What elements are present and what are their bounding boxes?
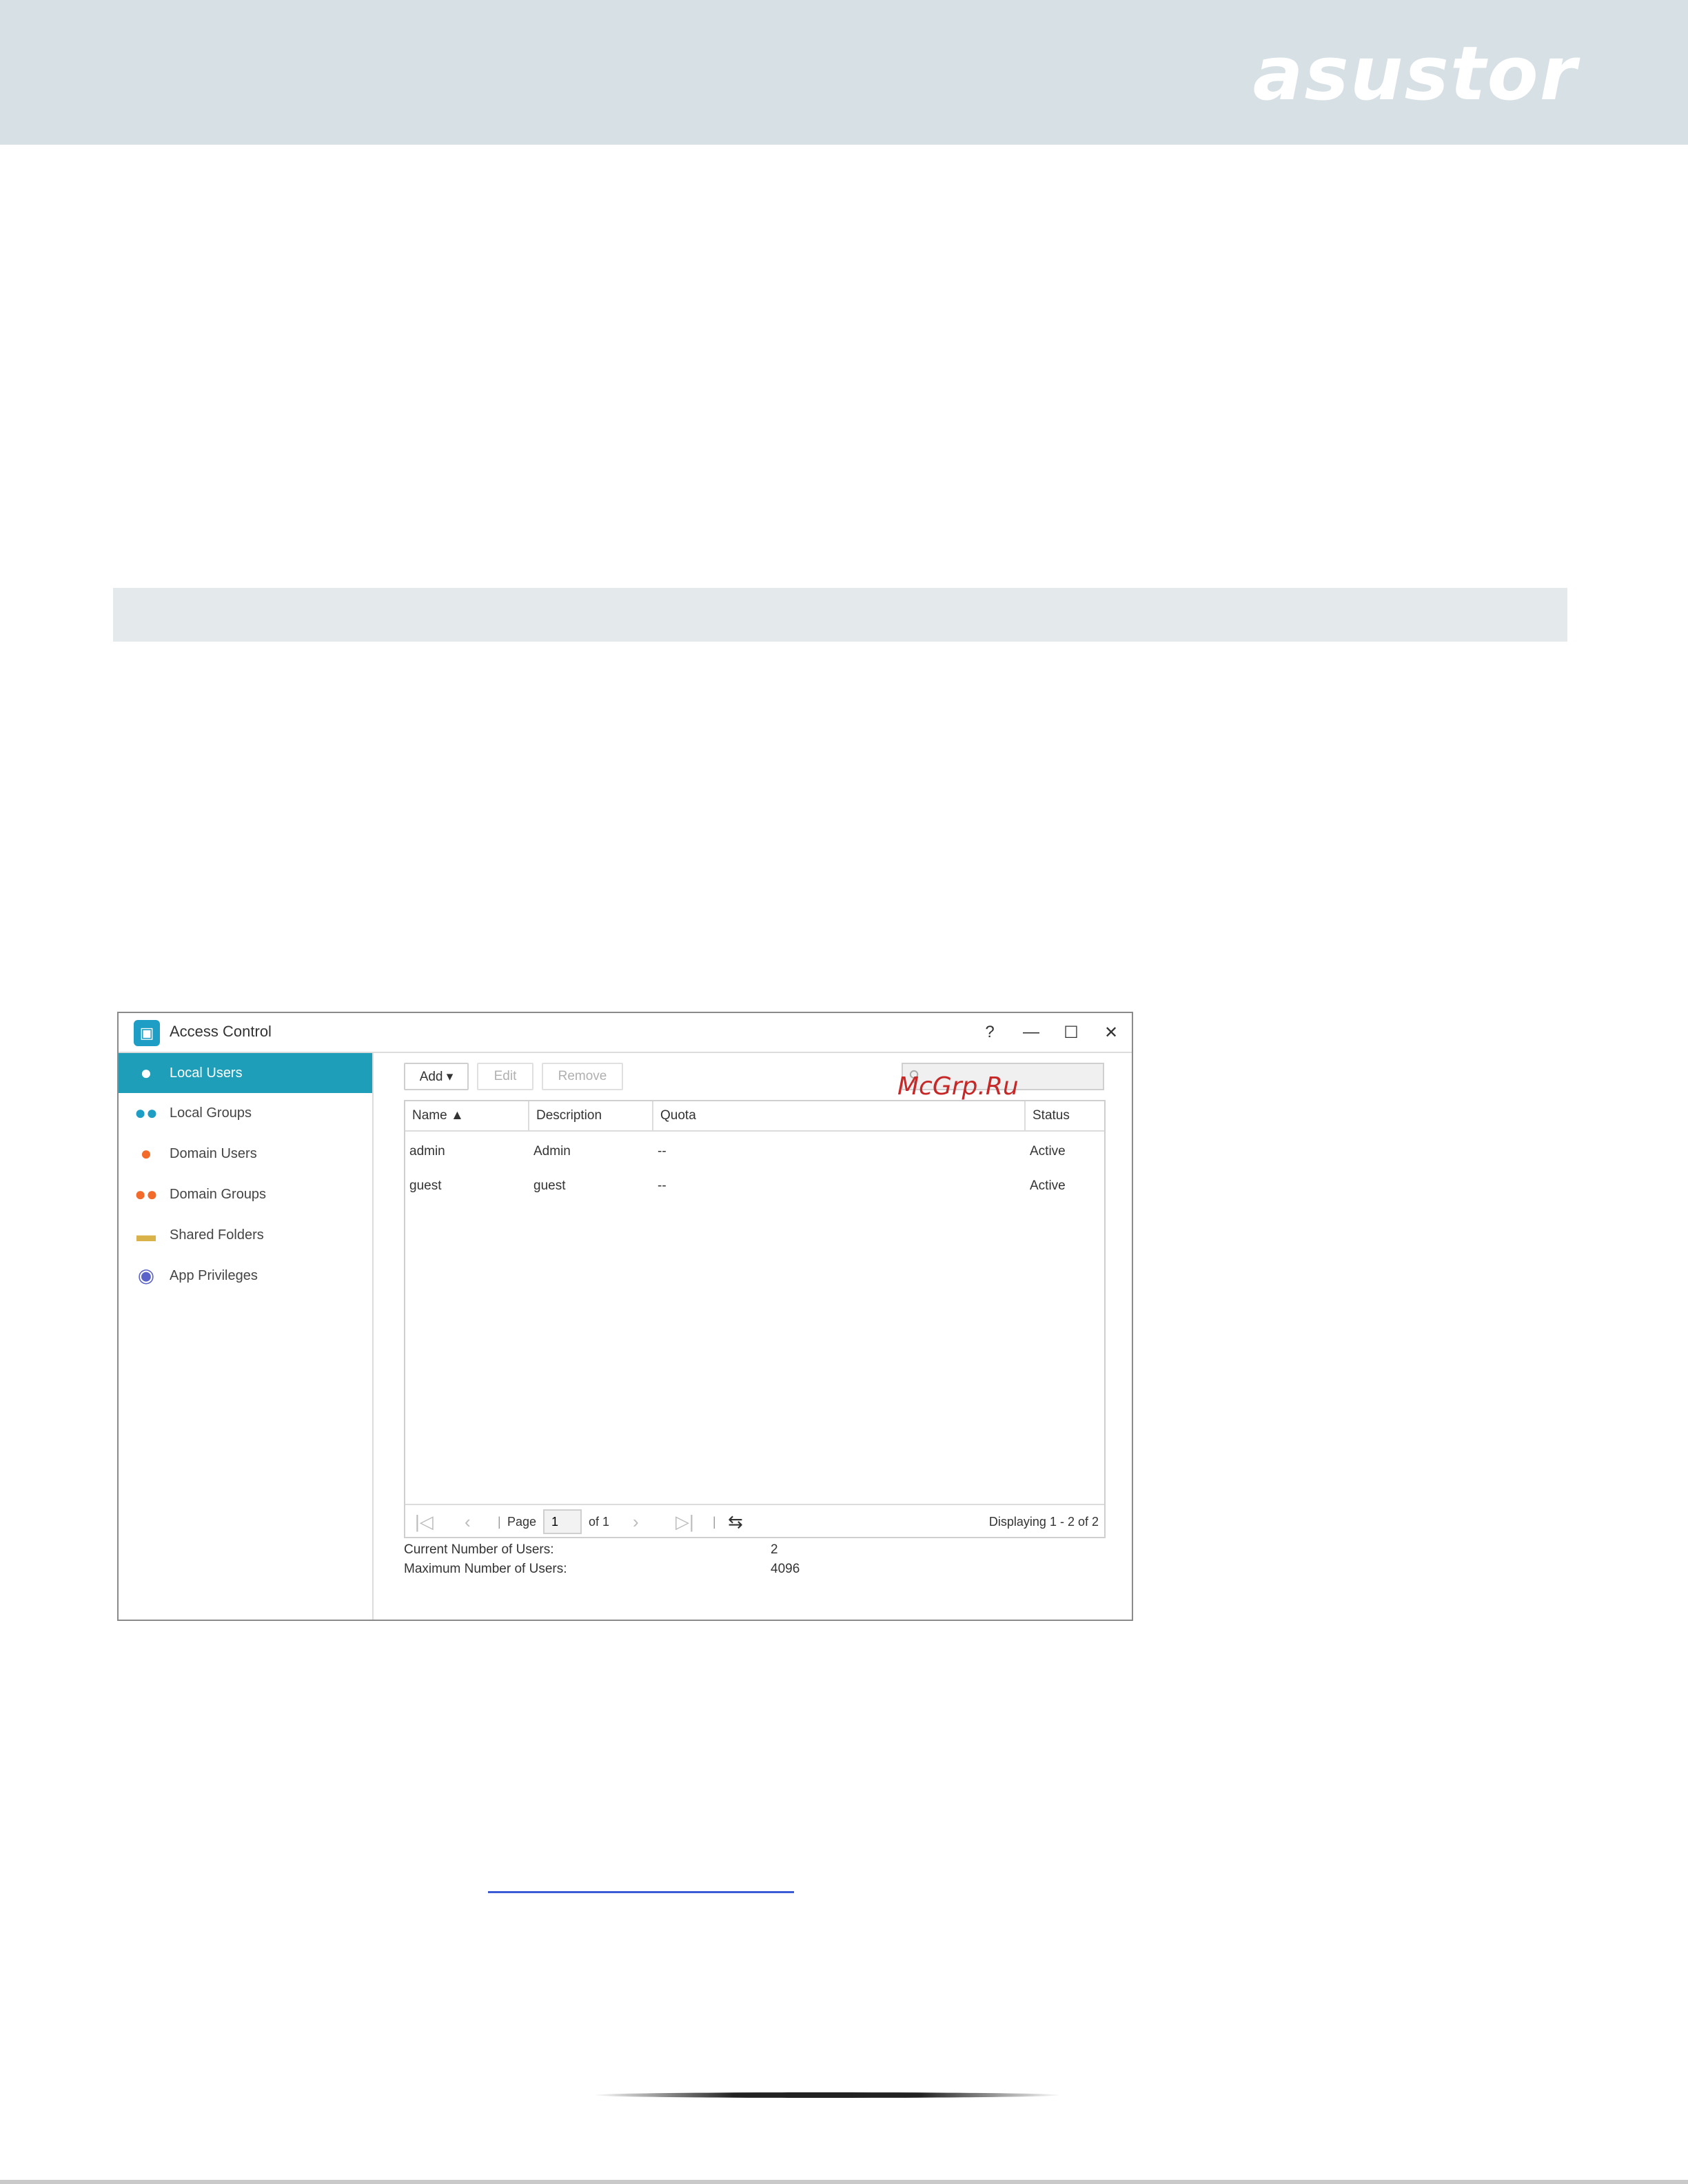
remove-button[interactable]: Remove [542, 1063, 623, 1090]
cell-name: guest [409, 1178, 442, 1193]
add-button[interactable]: Add ▾ [404, 1063, 469, 1090]
displaying-count: Displaying 1 - 2 of 2 [988, 1515, 1099, 1529]
folder-icon: ▬ [136, 1224, 156, 1245]
max-users-label: Maximum Number of Users: [404, 1562, 567, 1576]
column-description[interactable]: Description [529, 1101, 653, 1130]
window-titlebar[interactable]: ▣ Access Control ? — ☐ ✕ [119, 1013, 1132, 1053]
sidebar-item-label: Local Groups [170, 1105, 252, 1121]
sidebar-item-label: Domain Groups [170, 1186, 267, 1202]
header-banner: asustor [0, 0, 1688, 145]
sidebar-item-label: Domain Users [170, 1145, 257, 1161]
pagination-bar: |◁ ‹ | Page of 1 › ▷| | ⇆ Displaying 1 -… [405, 1504, 1104, 1537]
cell-status: Active [1030, 1144, 1066, 1159]
asustor-logo: asustor [1252, 31, 1578, 117]
sidebar-item-domain-groups[interactable]: ●● Domain Groups [119, 1174, 372, 1214]
page-total: of 1 [589, 1515, 610, 1529]
current-users-value: 2 [771, 1542, 778, 1557]
next-page-icon[interactable]: › [633, 1505, 639, 1538]
column-status[interactable]: Status [1026, 1101, 1104, 1130]
minimize-button[interactable]: — [1015, 1017, 1048, 1048]
cell-description: Admin [533, 1144, 571, 1159]
refresh-icon[interactable]: ⇆ [728, 1505, 743, 1538]
link-underline[interactable] [488, 1891, 794, 1893]
help-button[interactable]: ? [973, 1017, 1006, 1048]
close-button[interactable]: ✕ [1095, 1017, 1128, 1048]
maximize-button[interactable]: ☐ [1055, 1017, 1088, 1048]
cell-status: Active [1030, 1178, 1066, 1193]
sidebar: ● Local Users ●● Local Groups ● Domain U… [119, 1053, 374, 1620]
window-title: Access Control [170, 1023, 272, 1040]
cell-quota: -- [658, 1144, 667, 1159]
group-icon: ●● [134, 1183, 158, 1205]
first-page-icon[interactable]: |◁ [415, 1505, 434, 1538]
cell-quota: -- [658, 1178, 667, 1193]
cell-name: admin [409, 1144, 445, 1159]
max-users-value: 4096 [771, 1562, 800, 1576]
group-icon: ●● [134, 1102, 158, 1123]
access-control-window: ▣ Access Control ? — ☐ ✕ ● Local Users ●… [117, 1012, 1133, 1621]
pager-divider: | [498, 1515, 501, 1529]
sidebar-item-local-users[interactable]: ● Local Users [119, 1053, 372, 1093]
last-page-icon[interactable]: ▷| [675, 1505, 694, 1538]
sidebar-item-app-privileges[interactable]: ◉ App Privileges [119, 1256, 372, 1296]
footer-divider [593, 2092, 1061, 2098]
edit-button[interactable]: Edit [477, 1063, 533, 1090]
watermark: McGrp.Ru [897, 1072, 1019, 1101]
page-label: Page [507, 1515, 537, 1529]
cell-description: guest [533, 1178, 566, 1193]
main-panel: Add ▾ Edit Remove ⚲ McGrp.Ru Name ▲ Desc… [374, 1053, 1132, 1620]
sidebar-item-label: App Privileges [170, 1267, 258, 1283]
sidebar-item-label: Shared Folders [170, 1227, 264, 1243]
table-row[interactable]: admin Admin -- Active [405, 1134, 1104, 1169]
sidebar-item-local-groups[interactable]: ●● Local Groups [119, 1093, 372, 1133]
user-icon: ● [140, 1143, 152, 1164]
table-header: Name ▲ Description Quota Status [405, 1101, 1104, 1132]
app-icon: ◉ [137, 1265, 155, 1286]
pager-divider: | [713, 1515, 716, 1529]
column-name[interactable]: Name ▲ [405, 1101, 529, 1130]
section-heading-bar [113, 588, 1567, 642]
prev-page-icon[interactable]: ‹ [465, 1505, 471, 1538]
sidebar-item-label: Local Users [170, 1065, 243, 1081]
table-row[interactable]: guest guest -- Active [405, 1169, 1104, 1203]
current-users-label: Current Number of Users: [404, 1542, 554, 1557]
sidebar-item-shared-folders[interactable]: ▬ Shared Folders [119, 1215, 372, 1255]
page-bottom-border [0, 2180, 1688, 2184]
user-icon: ● [140, 1062, 152, 1083]
sidebar-item-domain-users[interactable]: ● Domain Users [119, 1134, 372, 1174]
users-table: Name ▲ Description Quota Status admin Ad… [404, 1100, 1106, 1538]
access-control-icon: ▣ [134, 1020, 160, 1046]
column-quota[interactable]: Quota [653, 1101, 1026, 1130]
page-number-input[interactable] [543, 1509, 582, 1534]
